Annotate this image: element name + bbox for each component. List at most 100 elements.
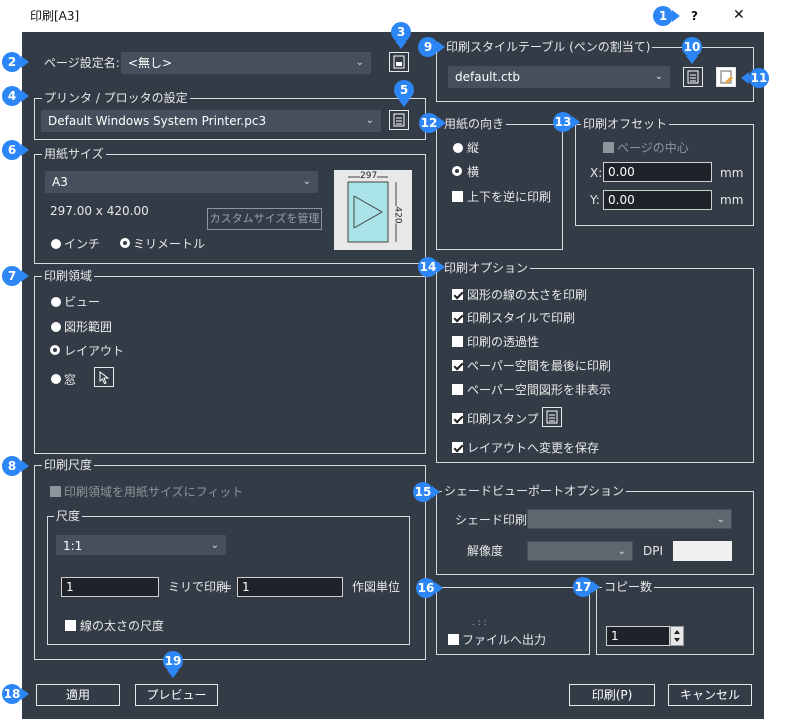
printer-value: Default Windows System Printer.pc3 [48,114,267,128]
quality-label: 解像度 [467,544,504,558]
layout-radio[interactable] [50,345,60,355]
view-radio[interactable] [51,297,61,307]
option-checkbox-4[interactable] [452,384,463,395]
extents-radio[interactable] [51,322,61,332]
custom-size-button[interactable]: カスタムサイズを管理 [207,208,322,230]
copies-spinner[interactable] [670,626,684,646]
help-button[interactable]: ? [691,8,698,24]
option-label-6: レイアウトへ変更を保存 [467,441,600,455]
print-scale-legend: 印刷尺度 [42,458,95,472]
chevron-down-icon: ⌄ [302,176,311,187]
portrait-radio[interactable] [453,143,463,153]
window-radio[interactable] [51,374,61,384]
extents-label: 図形範囲 [64,320,113,334]
callout-pointer [395,41,407,49]
y-offset-label: Y: [590,193,600,207]
plot-to-file-label: ファイルへ出力 [462,633,547,647]
callout-badge-16: 16 [416,578,436,598]
option-label-1: 印刷スタイルで印刷 [467,311,576,325]
option-checkbox-1[interactable] [452,312,463,323]
option-checkbox-6[interactable] [452,442,463,453]
preview-button[interactable]: プレビュー [135,684,218,706]
close-button[interactable]: ✕ [733,7,745,23]
window-label: 窓 [64,373,77,387]
scale-lineweight-checkbox[interactable] [65,620,76,631]
pick-window-button[interactable] [94,367,114,387]
apply-button[interactable]: 適用 [36,684,120,706]
window-title: 印刷[A3] [30,9,80,23]
upside-down-checkbox[interactable] [452,191,463,202]
mm-scale-label: ミリで印刷 [168,580,229,594]
callout-pointer [21,460,29,472]
page-setup-select[interactable]: <無し> ⌄ [121,52,371,74]
callout-pointer [167,670,179,678]
callout-badge-7: 7 [2,266,22,286]
layout-label: レイアウト [64,344,125,358]
output-dots: . : : [472,618,487,628]
callout-pointer [21,688,29,700]
landscape-label: 横 [467,165,480,179]
callout-pointer [741,72,749,84]
landscape-radio[interactable] [452,166,462,176]
option-checkbox-5[interactable] [452,413,463,424]
inch-radio[interactable] [51,239,61,249]
properties-icon [393,113,405,127]
plot-to-file-checkbox[interactable] [448,634,459,645]
paper-size-legend: 用紙サイズ [42,147,106,161]
option-checkbox-2[interactable] [452,336,463,347]
callout-badge-8: 8 [2,456,22,476]
callout-pointer [21,90,29,102]
page-setup-manage-button[interactable] [389,52,409,72]
quality-select[interactable]: ⌄ [527,541,633,561]
copies-input[interactable]: 1 [606,626,670,646]
callout-badge-13: 13 [553,112,573,132]
equals-sign: = [222,580,233,594]
cursor-arrow-icon [99,371,110,385]
settings-icon [546,410,558,424]
option-checkbox-0[interactable] [452,289,463,300]
shaded-viewport-legend: シェードビューポートオプション [442,484,627,498]
y-offset-unit: mm [720,193,744,207]
cancel-button[interactable]: キャンセル [668,684,752,706]
fit-to-paper-checkbox[interactable] [50,486,61,497]
paper-dimensions: 297.00 x 420.00 [50,204,149,218]
fit-to-paper-label: 印刷領域を用紙サイズにフィット [64,485,244,499]
center-plot-checkbox[interactable] [603,142,614,153]
callout-badge-4: 4 [2,86,22,106]
printer-properties-button[interactable] [389,110,409,130]
dpi-input[interactable] [673,541,732,561]
chevron-down-icon: ⌄ [654,71,663,82]
plot-options-legend: 印刷オプション [442,261,531,275]
option-label-2: 印刷の透過性 [467,335,540,349]
chevron-down-icon: ⌄ [355,57,364,68]
callout-badge-12: 12 [419,113,439,133]
y-offset-input[interactable]: 0.00 [603,190,712,210]
callout-pointer [686,56,698,64]
unit-scale-input[interactable]: 1 [237,577,343,597]
stamp-settings-button[interactable] [542,407,562,427]
style-table-edit-button[interactable] [716,67,736,87]
callout-badge-9: 9 [418,37,438,57]
shade-plot-select[interactable]: ⌄ [527,509,732,529]
preview-width-label: 297 [360,171,378,181]
page-setup-value: <無し> [128,56,173,70]
chevron-down-icon: ⌄ [365,115,374,126]
option-label-0: 図形の線の太さを印刷 [467,288,588,302]
callout-pointer [672,10,680,22]
x-offset-input[interactable]: 0.00 [603,162,712,182]
edit-document-icon [720,70,733,84]
paper-size-select[interactable]: A3 ⌄ [45,171,318,193]
style-table-legend: 印刷スタイルテーブル (ペンの割当て) [444,40,653,54]
style-table-settings-button[interactable] [683,67,703,87]
option-checkbox-3[interactable] [452,360,463,371]
mm-scale-input[interactable]: 1 [61,577,159,597]
callout-pointer [21,56,29,68]
callout-pointer [21,270,29,282]
callout-badge-5: 5 [394,80,414,100]
print-button[interactable]: 印刷(P) [569,684,655,706]
style-table-select[interactable]: default.ctb ⌄ [448,66,670,88]
scale-select[interactable]: 1:1 ⌄ [56,535,226,555]
printer-select[interactable]: Default Windows System Printer.pc3 ⌄ [41,110,381,132]
mm-radio[interactable] [120,238,130,248]
style-table-value: default.ctb [455,70,520,84]
